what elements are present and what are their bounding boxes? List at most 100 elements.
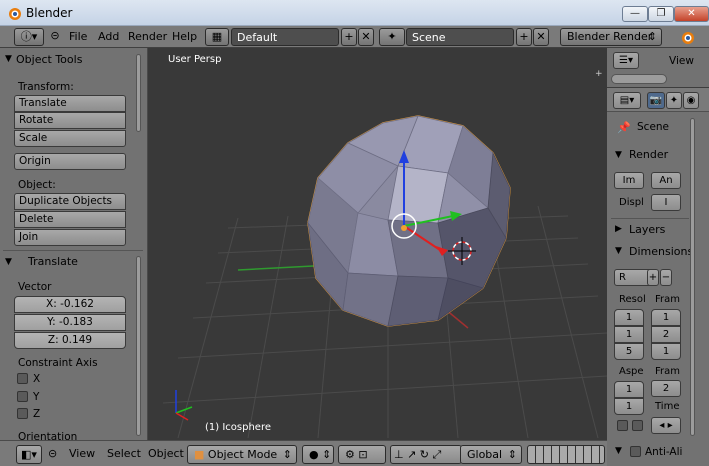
icosphere-object[interactable] [307,115,511,327]
maximize-button[interactable]: ❐ [648,6,674,22]
3d-viewport[interactable]: User Persp (1) Icosphere + [148,48,607,440]
crop-checkbox[interactable] [632,420,643,431]
collapse-menu-icon[interactable]: ⊝ [48,447,57,460]
origin-button[interactable]: Origin [14,153,126,170]
vector-z-field[interactable]: Z: 0.149 [14,332,126,349]
tool-shelf: ▼ Object Tools Transform: Translate Rota… [0,48,148,443]
manipulator-buttons[interactable]: ⊥ ↗ ↻ ⤢ [390,445,462,464]
collapse-menu-icon[interactable]: ⊝ [48,28,62,46]
render-image-button[interactable]: Im [614,172,644,189]
properties-editor-type-icon[interactable]: ▤▾ [613,92,641,109]
constraint-x-checkbox[interactable] [17,373,28,384]
viewport-shading-dropdown[interactable]: ● ⇕ [302,445,334,464]
menu-select[interactable]: Select [107,447,141,460]
vector-x-field[interactable]: X: -0.162 [14,296,126,313]
translate-operator-title[interactable]: Translate [28,255,78,268]
outliner-scrollbar[interactable] [611,74,667,84]
object-tools-panel-title[interactable]: Object Tools [16,53,82,66]
outliner-view-menu[interactable]: View [669,55,694,67]
menu-add[interactable]: Add [98,30,119,43]
constraint-x-label: X [33,373,41,385]
transform-label: Transform: [18,81,74,93]
join-button[interactable]: Join [14,229,126,246]
scale-button[interactable]: Scale [14,130,126,147]
remove-screen-icon[interactable]: ✕ [358,28,374,46]
aspect-label: Aspe [619,366,644,377]
remove-scene-icon[interactable]: ✕ [533,28,549,46]
expand-triangle-icon[interactable]: ▶ [615,224,622,234]
panel-divider [3,250,143,251]
mode-dropdown[interactable]: ■ Object Mode ⇕ [187,445,297,464]
menu-file[interactable]: File [69,30,87,43]
tool-shelf-scrollbar[interactable] [136,54,141,132]
render-animation-button[interactable]: An [651,172,681,189]
resolution-percent-field[interactable]: 5 [614,343,644,360]
add-screen-icon[interactable]: + [341,28,357,46]
translate-button[interactable]: Translate [14,95,126,112]
scene-field[interactable]: Scene [406,28,514,46]
layer-buttons[interactable] [527,445,605,464]
screen-layout-field[interactable]: Default [231,28,339,46]
render-engine-dropdown[interactable]: Blender Render ⇕ [560,28,662,46]
frame-step-field[interactable]: 1 [651,343,681,360]
duplicate-objects-button[interactable]: Duplicate Objects [14,193,126,210]
collapse-triangle-icon[interactable]: ▼ [615,150,622,160]
frame-end-field[interactable]: 2 [651,326,681,343]
aspect-y-field[interactable]: 1 [614,398,644,415]
frame-start-field[interactable]: 1 [651,309,681,326]
pivot-point-dropdown[interactable]: ⚙ ⊡ [338,445,386,464]
time-remap-field[interactable]: ◂ ▸ [651,417,681,434]
time-label: Time [655,401,680,412]
layers-panel-title[interactable]: Layers [629,223,665,236]
minimize-button[interactable]: — [622,6,648,22]
menu-view[interactable]: View [69,447,95,460]
rotate-button[interactable]: Rotate [14,112,126,129]
properties-footer: ▼ Anti-Ali [607,440,709,466]
constraint-z-checkbox[interactable] [17,408,28,419]
antialias-panel-title[interactable]: Anti-Ali [645,446,682,458]
editor-type-button[interactable]: ⓘ▾ [14,28,44,46]
menu-object[interactable]: Object [148,447,184,460]
render-layers-tab-icon[interactable]: ✦ [666,92,682,109]
antialias-checkbox[interactable] [630,446,641,457]
operator-scrollbar[interactable] [136,256,141,436]
close-button[interactable]: ✕ [674,6,709,22]
vector-label: Vector [18,281,52,293]
editor-type-icon[interactable]: ◧▾ [16,445,42,464]
plus-icon[interactable]: + [595,69,603,79]
vector-y-field[interactable]: Y: -0.183 [14,314,126,331]
scene-icon[interactable]: ✦ [379,28,405,46]
transform-orientation-dropdown[interactable]: Global ⇕ [460,445,522,464]
screen-layout-icon[interactable]: ▦ [205,28,229,46]
scene-tab-icon[interactable]: ◉ [683,92,699,109]
frame-rate-dropdown[interactable]: 2 [651,380,681,397]
outliner-editor-type-icon[interactable]: ☰▾ [613,52,639,69]
remove-preset-icon[interactable]: − [660,269,672,286]
render-tab-icon[interactable]: 📷 [647,92,665,109]
dimensions-panel-title[interactable]: Dimensions [629,245,693,258]
properties-scrollbar[interactable] [690,118,695,436]
resolution-y-field[interactable]: 1 [614,326,644,343]
aspect-x-field[interactable]: 1 [614,381,644,398]
collapse-triangle-icon[interactable]: ▼ [615,246,622,256]
frame-range-label: Fram [655,294,681,305]
constraint-y-checkbox[interactable] [17,391,28,402]
menu-render[interactable]: Render [128,30,167,43]
collapse-triangle-icon[interactable]: ▼ [615,446,622,456]
delete-button[interactable]: Delete [14,211,126,228]
mode-label: Object Mode [207,448,278,461]
menu-help[interactable]: Help [172,30,197,43]
render-panel-title[interactable]: Render [629,148,668,161]
frame-rate-label: Fram [655,366,681,377]
collapse-triangle-icon[interactable]: ▼ [5,257,12,267]
constraint-axis-label: Constraint Axis [18,357,98,369]
window-title: Blender [26,6,73,20]
collapse-triangle-icon[interactable]: ▼ [5,54,12,64]
border-checkbox[interactable] [617,420,628,431]
pin-icon[interactable]: 📌 [617,121,631,134]
resolution-x-field[interactable]: 1 [614,309,644,326]
display-dropdown[interactable]: I [651,194,681,211]
add-preset-icon[interactable]: + [647,269,659,286]
viewport-scene[interactable] [148,48,607,440]
add-scene-icon[interactable]: + [516,28,532,46]
